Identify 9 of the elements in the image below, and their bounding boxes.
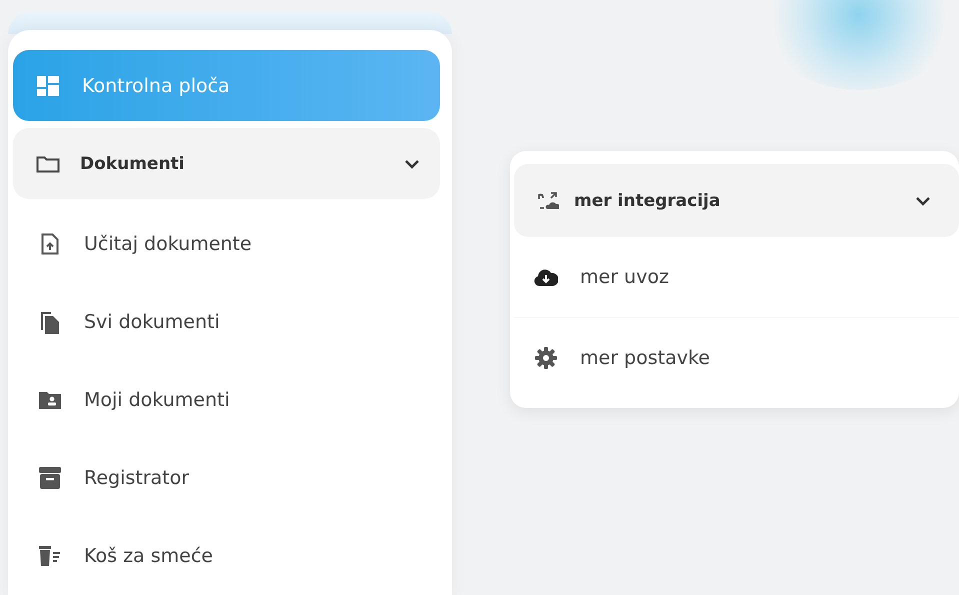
sidebar-group-header[interactable]: Dokumenti <box>13 128 440 199</box>
menu-item[interactable]: mer postavke <box>514 318 959 398</box>
sidebar-subitem[interactable]: Registrator <box>13 439 440 517</box>
sidebar-subitem[interactable]: Učitaj dokumente <box>13 205 440 283</box>
sidebar-subitem[interactable]: Moji dokumenti <box>13 361 440 439</box>
menu-item[interactable]: mer uvoz <box>514 237 959 318</box>
sidebar-subitem[interactable]: Koš za smeće <box>13 517 440 595</box>
menu-group-header[interactable]: mer integracija <box>514 164 959 237</box>
sidebar-subitem[interactable]: Svi dokumenti <box>13 283 440 361</box>
